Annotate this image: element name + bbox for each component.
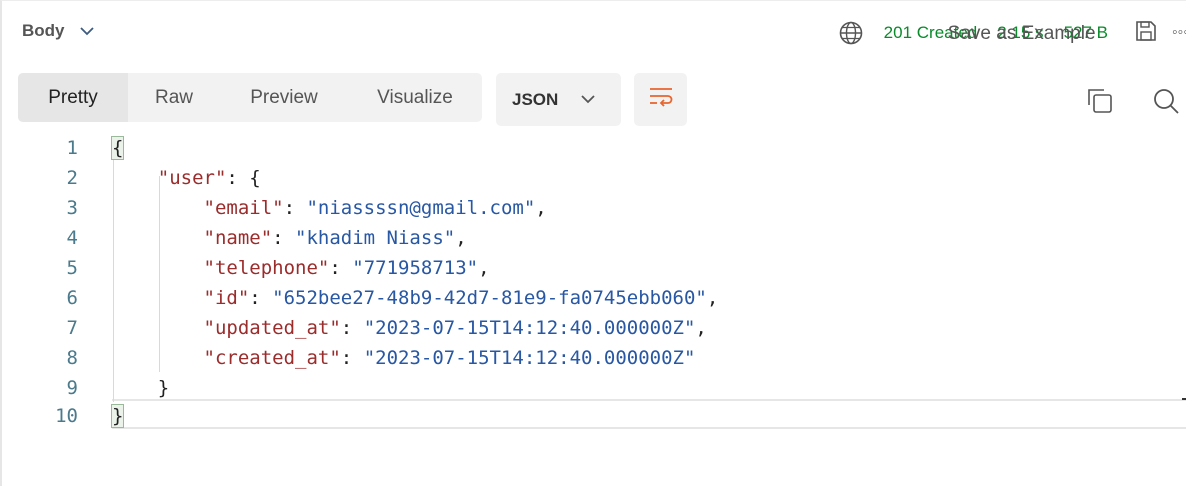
tab-visualize[interactable]: Visualize	[348, 73, 482, 122]
json-key: "email"	[203, 197, 284, 219]
line-number: 10	[55, 405, 78, 427]
json-punct: ,	[695, 317, 707, 339]
line-number: 2	[66, 167, 78, 189]
save-as-example-button[interactable]: Save as Example	[948, 19, 1158, 48]
copy-button[interactable]	[1086, 87, 1114, 115]
code-line: 3 "email": "niassssn@gmail.com",	[2, 193, 1186, 223]
search-button[interactable]	[1152, 87, 1180, 115]
view-mode-tabs: Pretty Raw Preview Visualize	[18, 73, 482, 122]
copy-icon	[1086, 89, 1114, 119]
code-line: 1 {	[2, 133, 1186, 163]
format-selected: JSON	[512, 89, 559, 109]
body-label: Body	[22, 21, 65, 40]
json-string: "khadim Niass"	[295, 227, 456, 249]
line-number: 1	[66, 137, 78, 159]
line-number: 5	[66, 257, 78, 279]
json-key: "telephone"	[203, 257, 330, 279]
code-line: 9 }	[2, 373, 1186, 403]
response-panel: Body 201 Created 2.15 s 527 B Save as Ex…	[0, 0, 1186, 486]
tab-preview[interactable]: Preview	[220, 73, 348, 122]
tab-raw[interactable]: Raw	[128, 73, 220, 122]
code-line: 5 "telephone": "771958713",	[2, 253, 1186, 283]
line-number: 3	[66, 197, 78, 219]
globe-icon[interactable]	[838, 20, 864, 46]
json-punct: ,	[455, 227, 467, 249]
json-string: "652bee27-48b9-42d7-81e9-fa0745ebb060"	[272, 287, 707, 309]
code-line: 8 "created_at": "2023-07-15T14:12:40.000…	[2, 343, 1186, 373]
wrap-lines-button[interactable]	[634, 73, 687, 126]
line-number: 4	[66, 227, 78, 249]
json-key: "created_at"	[203, 347, 341, 369]
close-brace: }	[110, 404, 125, 428]
format-dropdown[interactable]: JSON	[496, 73, 621, 126]
code-line: 6 "id": "652bee27-48b9-42d7-81e9-fa0745e…	[2, 283, 1186, 313]
json-key: "updated_at"	[203, 317, 341, 339]
json-key: "id"	[203, 287, 250, 309]
json-key: "name"	[203, 227, 273, 249]
more-options-icon[interactable]: ◦◦◦	[1172, 24, 1186, 42]
json-punct: ,	[478, 257, 490, 279]
chevron-down-icon	[79, 26, 95, 36]
chevron-down-icon	[580, 91, 596, 109]
body-dropdown[interactable]: Body	[22, 21, 95, 41]
line-number: 8	[66, 347, 78, 369]
json-string: "771958713"	[352, 257, 479, 279]
json-punct: ,	[535, 197, 547, 219]
response-header: Body 201 Created 2.15 s 527 B Save as Ex…	[2, 7, 1186, 59]
json-punct: ,	[706, 287, 719, 309]
code-line: 10 }	[2, 401, 1186, 431]
save-icon	[1134, 19, 1158, 48]
line-number: 6	[66, 287, 78, 309]
response-meta: 201 Created 2.15 s 527 B Save as Example…	[838, 19, 1186, 47]
wrap-lines-icon	[648, 86, 674, 113]
search-icon	[1152, 89, 1180, 119]
open-brace: {	[110, 136, 125, 160]
json-string: "niassssn@gmail.com"	[306, 197, 536, 219]
code-line: 7 "updated_at": "2023-07-15T14:12:40.000…	[2, 313, 1186, 343]
code-line: 4 "name": "khadim Niass",	[2, 223, 1186, 253]
line-number: 7	[66, 317, 78, 339]
json-punct: : {	[226, 167, 261, 189]
tab-pretty[interactable]: Pretty	[18, 73, 128, 122]
json-string: "2023-07-15T14:12:40.000000Z"	[363, 347, 696, 369]
code-line: 2 "user": {	[2, 163, 1186, 193]
json-string: "2023-07-15T14:12:40.000000Z"	[363, 317, 696, 339]
save-as-example-label: Save as Example	[947, 23, 1096, 44]
json-key: "user"	[157, 167, 227, 189]
scroll-marker	[1182, 398, 1186, 400]
line-number: 9	[66, 377, 78, 399]
close-brace: }	[157, 377, 170, 399]
